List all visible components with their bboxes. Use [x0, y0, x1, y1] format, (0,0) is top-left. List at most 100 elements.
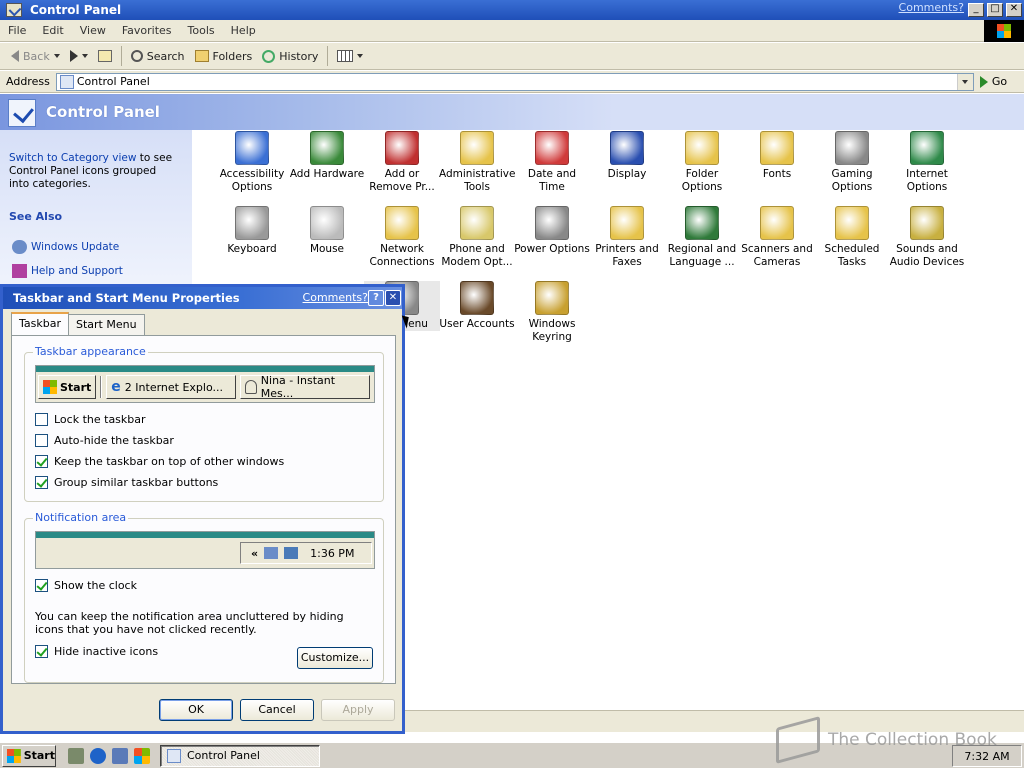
customize-button[interactable]: Customize...	[297, 647, 373, 669]
taskbar-properties-dialog: Taskbar and Start Menu Properties Commen…	[0, 284, 405, 734]
see-also-heading: See Also	[9, 210, 63, 223]
search-button[interactable]: Search	[126, 48, 190, 65]
help-support-link[interactable]: Help and Support	[12, 264, 123, 278]
joystick-icon	[835, 131, 869, 165]
show-desktop-icon[interactable]	[68, 747, 84, 764]
windows-update-link[interactable]: Windows Update	[12, 240, 119, 254]
add-remove-icon	[385, 131, 419, 165]
address-label: Address	[6, 75, 50, 88]
cp-item-sounds-and-audio-devices[interactable]: Sounds and Audio Devices	[889, 206, 965, 269]
hardware-icon	[310, 131, 344, 165]
folders-button[interactable]: Folders	[190, 48, 258, 65]
dialog-comments-link[interactable]: Comments?	[303, 291, 368, 304]
chevron-down-icon	[53, 54, 60, 58]
cp-item-label: Accessibility Options	[219, 168, 285, 193]
keep-on-top-checkbox[interactable]: Keep the taskbar on top of other windows	[35, 455, 284, 468]
cp-item-date-and-time[interactable]: Date and Time	[514, 131, 590, 194]
globe-icon	[910, 131, 944, 165]
cp-item-label: Keyboard	[227, 243, 277, 255]
tab-taskbar[interactable]: Taskbar	[11, 312, 69, 335]
menu-edit[interactable]: Edit	[34, 24, 71, 37]
cp-item-scanners-and-cameras[interactable]: Scanners and Cameras	[739, 206, 815, 269]
minimize-button[interactable]: _	[968, 3, 984, 17]
cp-item-label: Folder Options	[681, 168, 723, 193]
tray-time: 1:36 PM	[310, 546, 355, 560]
menu-favorites[interactable]: Favorites	[114, 24, 180, 37]
cp-item-label: Scanners and Cameras	[741, 243, 813, 268]
windows-update-icon	[12, 240, 27, 254]
cp-item-windows-keyring[interactable]: Windows Keyring	[514, 281, 590, 344]
menu-file[interactable]: File	[0, 24, 34, 37]
forward-button[interactable]	[65, 48, 93, 64]
up-folder-icon	[97, 50, 112, 62]
messenger-icon	[245, 380, 257, 394]
address-dropdown-button[interactable]	[956, 73, 973, 90]
dialog-close-button[interactable]: ✕	[385, 290, 401, 306]
taskbar-button-control-panel[interactable]: Control Panel	[160, 744, 320, 767]
notification-area-legend: Notification area	[33, 511, 129, 524]
preview-tray: « 1:36 PM	[240, 542, 372, 564]
notification-area-group: Notification area « 1:36 PM Show the clo…	[24, 511, 384, 683]
views-button[interactable]	[332, 48, 368, 64]
lock-taskbar-checkbox[interactable]: Lock the taskbar	[35, 413, 146, 426]
cp-item-accessibility-options[interactable]: Accessibility Options	[214, 131, 290, 194]
menu-tools[interactable]: Tools	[180, 24, 223, 37]
ie-icon[interactable]	[90, 747, 106, 764]
cp-item-display[interactable]: Display	[589, 131, 665, 181]
checkbox-box	[35, 476, 48, 489]
cp-item-regional-and-language[interactable]: Regional and Language ...	[664, 206, 740, 269]
cp-item-add-hardware[interactable]: Add Hardware	[289, 131, 365, 181]
help-button[interactable]: ?	[368, 290, 384, 306]
cp-item-label: Mouse	[309, 243, 345, 255]
start-button[interactable]: Start	[2, 744, 56, 767]
cp-item-add-or-remove-pr[interactable]: Add or Remove Pr...	[364, 131, 440, 194]
speaker-icon	[910, 206, 944, 240]
cp-item-administrative-tools[interactable]: Administrative Tools	[439, 131, 515, 194]
cp-item-power-options[interactable]: Power Options	[514, 206, 590, 256]
cp-item-user-accounts[interactable]: User Accounts	[439, 281, 515, 331]
maximize-button[interactable]: □	[987, 3, 1003, 17]
switch-category-link[interactable]: Switch to Category view	[9, 152, 136, 164]
folder-options-icon	[685, 131, 719, 165]
cp-item-internet-options[interactable]: Internet Options	[889, 131, 965, 194]
cp-item-label: Network Connections	[369, 243, 435, 268]
preview-desktop-strip	[36, 532, 374, 538]
comments-link[interactable]: Comments?	[899, 1, 964, 14]
windows-update-icon[interactable]	[134, 747, 150, 764]
content-header: Control Panel	[0, 94, 1024, 130]
back-button[interactable]: Back	[6, 48, 65, 65]
cancel-button[interactable]: Cancel	[240, 699, 314, 721]
show-clock-checkbox[interactable]: Show the clock	[35, 579, 137, 592]
hide-inactive-checkbox[interactable]: Hide inactive icons	[35, 645, 158, 658]
checkbox-box	[35, 434, 48, 447]
tray-app-icon	[264, 547, 279, 559]
cp-item-scheduled-tasks[interactable]: Scheduled Tasks	[814, 206, 890, 269]
menu-help[interactable]: Help	[223, 24, 264, 37]
network-tray-icon	[284, 547, 299, 559]
cp-item-network-connections[interactable]: Network Connections	[364, 206, 440, 269]
up-folder-button[interactable]	[93, 48, 117, 64]
tab-start-menu[interactable]: Start Menu	[68, 314, 145, 335]
ok-button[interactable]: OK	[159, 699, 233, 721]
group-buttons-checkbox[interactable]: Group similar taskbar buttons	[35, 476, 218, 489]
menu-view[interactable]: View	[72, 24, 114, 37]
cp-item-mouse[interactable]: Mouse	[289, 206, 365, 256]
autohide-checkbox[interactable]: Auto-hide the taskbar	[35, 434, 174, 447]
network-icon[interactable]	[112, 747, 128, 764]
cp-item-folder-options[interactable]: Folder Options	[664, 131, 740, 194]
chevron-down-icon	[357, 54, 364, 58]
cp-item-printers-and-faxes[interactable]: Printers and Faxes	[589, 206, 665, 269]
cp-item-fonts[interactable]: Fonts	[739, 131, 815, 181]
history-button[interactable]: History	[257, 48, 323, 65]
chevron-down-icon	[962, 79, 969, 84]
keyboard-icon	[235, 206, 269, 240]
close-button[interactable]: ✕	[1006, 3, 1022, 17]
globe-icon	[685, 206, 719, 240]
cp-item-keyboard[interactable]: Keyboard	[214, 206, 290, 256]
apply-button[interactable]: Apply	[321, 699, 395, 721]
address-input[interactable]: Control Panel	[55, 72, 974, 91]
go-button[interactable]: Go	[979, 75, 1007, 88]
cp-item-label: Phone and Modem Opt...	[441, 243, 513, 268]
cp-item-phone-and-modem-opt[interactable]: Phone and Modem Opt...	[439, 206, 515, 269]
cp-item-gaming-options[interactable]: Gaming Options	[814, 131, 890, 194]
